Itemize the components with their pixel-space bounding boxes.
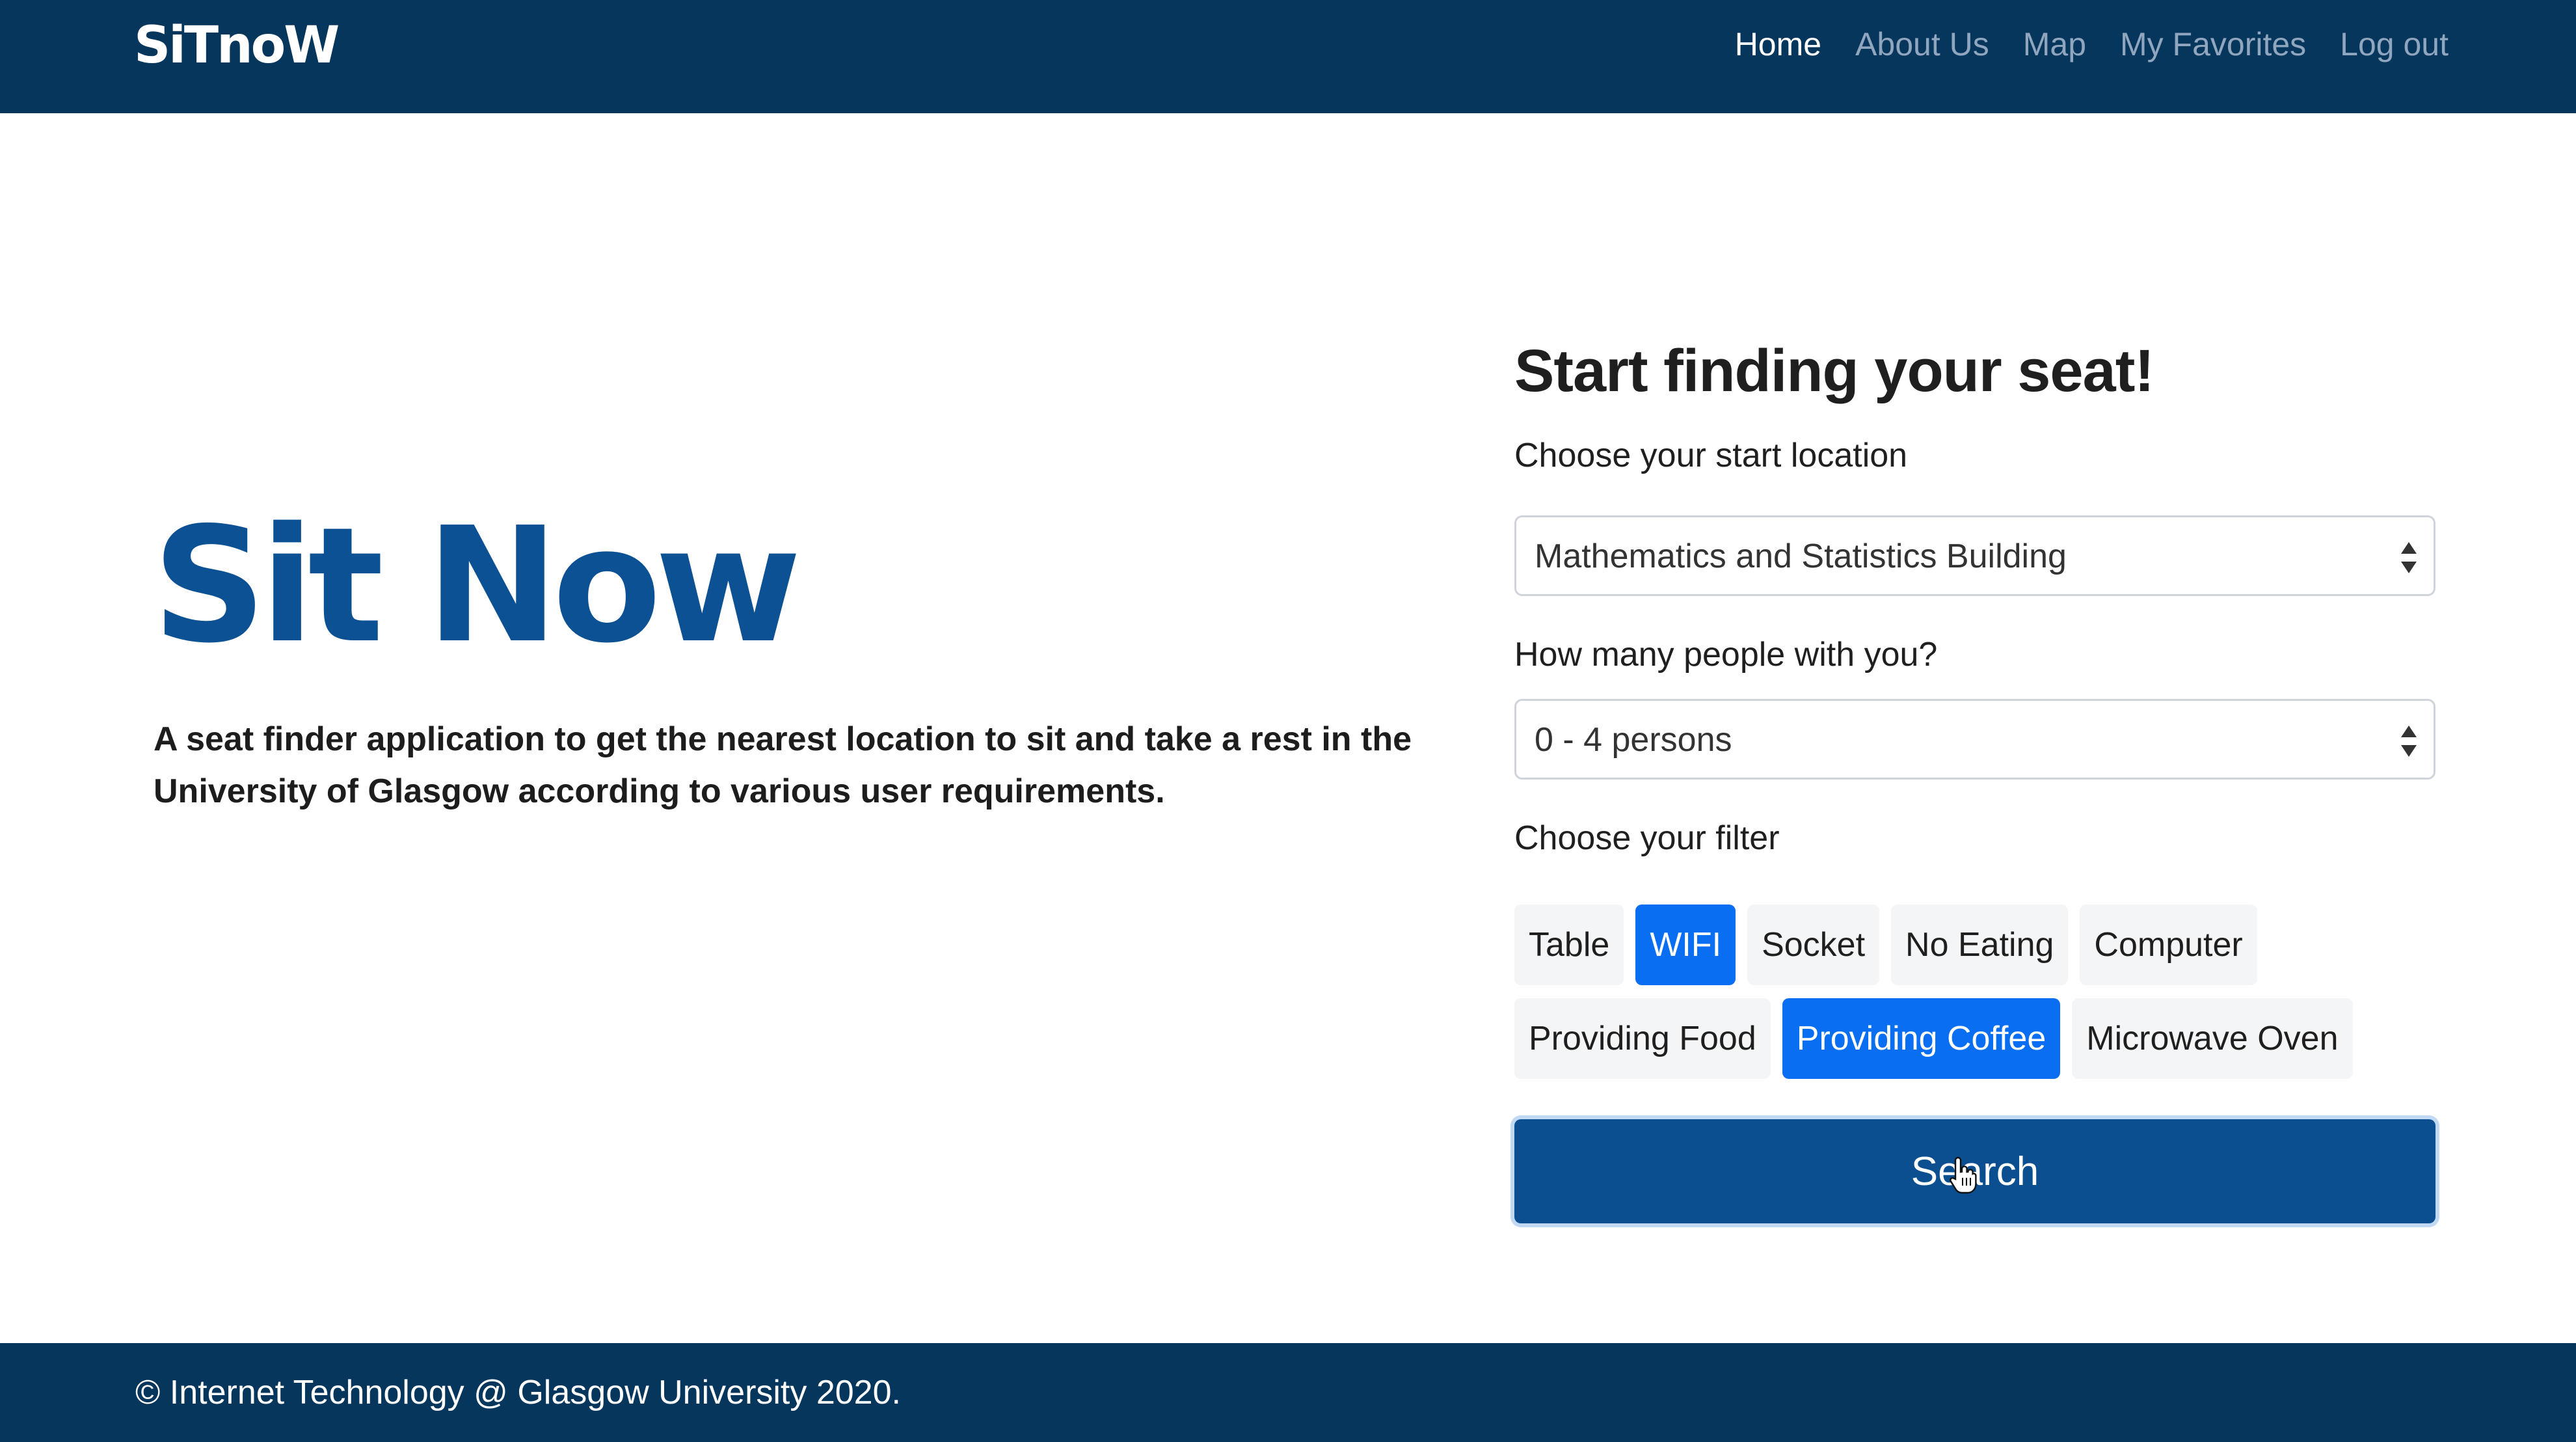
nav-link-home[interactable]: Home: [1735, 25, 1821, 63]
people-label: How many people with you?: [1514, 636, 1938, 673]
filter-chip-providing-coffee[interactable]: Providing Coffee: [1782, 998, 2061, 1079]
hand-pointer-icon: [1950, 1156, 1977, 1194]
sort-arrows-icon: [2400, 726, 2418, 757]
location-select[interactable]: Mathematics and Statistics Building: [1514, 515, 2435, 596]
filter-chip-socket[interactable]: Socket: [1747, 905, 1880, 985]
sort-arrows-icon: [2400, 542, 2418, 573]
nav-links: Home About Us Map My Favorites Log out: [1735, 21, 2449, 68]
filter-chip-computer[interactable]: Computer: [2080, 905, 2257, 985]
filter-label: Choose your filter: [1514, 819, 1780, 857]
filter-chip-no-eating[interactable]: No Eating: [1891, 905, 2069, 985]
people-select[interactable]: 0 - 4 persons: [1514, 699, 2435, 780]
seat-search-form: Start finding your seat! Choose your sta…: [1514, 332, 2435, 1223]
nav-link-about-us[interactable]: About Us: [1855, 25, 1989, 63]
people-select-value: 0 - 4 persons: [1535, 721, 1732, 759]
page: SiTnoW Home About Us Map My Favorites Lo…: [0, 0, 2576, 1442]
hero-description: A seat finder application to get the nea…: [154, 720, 1412, 810]
filter-chip-wifi[interactable]: WIFI: [1635, 905, 1736, 985]
location-label: Choose your start location: [1514, 437, 1908, 474]
filter-chip-microwave-oven[interactable]: Microwave Oven: [2072, 998, 2353, 1079]
filter-row: Table WIFI Socket No Eating Computer: [1514, 905, 2257, 985]
nav-link-log-out[interactable]: Log out: [2340, 25, 2449, 63]
brand-logo[interactable]: SiTnoW: [134, 17, 340, 74]
navbar: SiTnoW Home About Us Map My Favorites Lo…: [0, 0, 2576, 113]
hero-title: Sit Now: [152, 493, 801, 678]
nav-link-map[interactable]: Map: [2023, 25, 2086, 63]
form-title: Start finding your seat!: [1514, 338, 2154, 404]
filter-chip-providing-food[interactable]: Providing Food: [1514, 998, 1771, 1079]
filter-row: Providing Food Providing Coffee Microwav…: [1514, 998, 2353, 1079]
footer: © Internet Technology @ Glasgow Universi…: [0, 1343, 2576, 1442]
footer-copyright: © Internet Technology @ Glasgow Universi…: [135, 1374, 901, 1411]
nav-link-my-favorites[interactable]: My Favorites: [2120, 25, 2306, 63]
location-select-value: Mathematics and Statistics Building: [1535, 537, 2067, 575]
filter-chip-table[interactable]: Table: [1514, 905, 1624, 985]
